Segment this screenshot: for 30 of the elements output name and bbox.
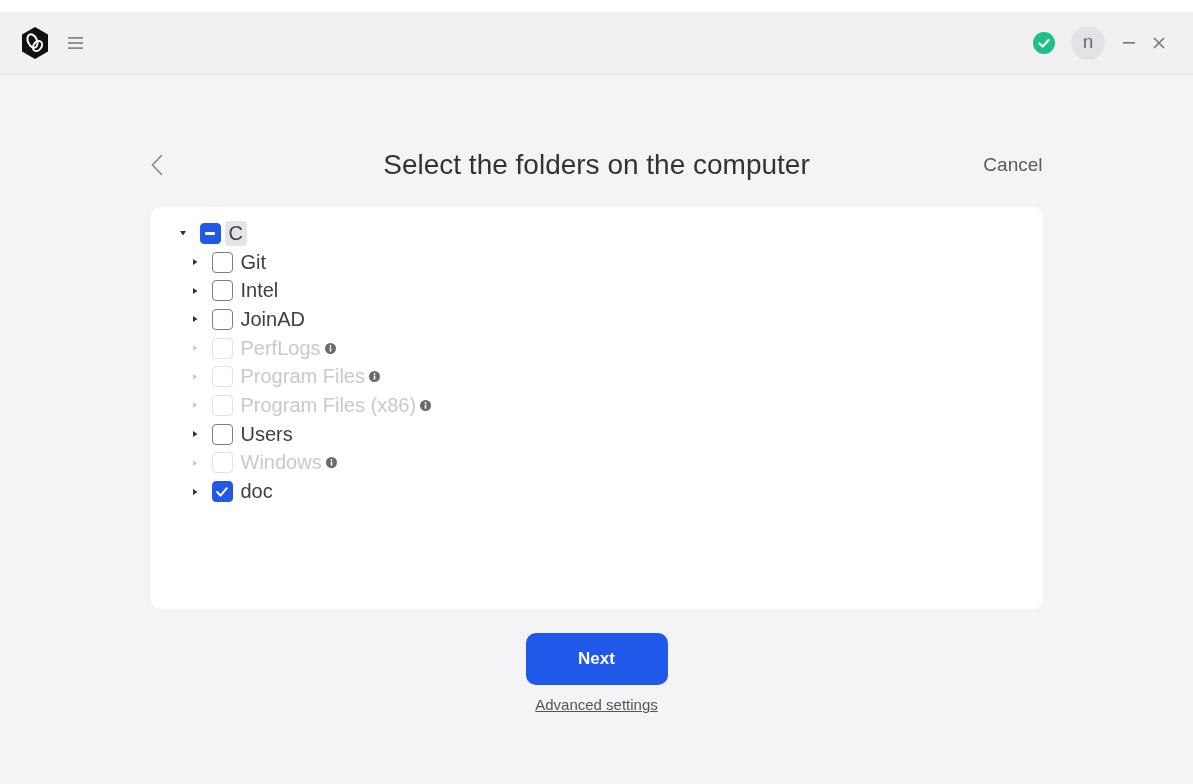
cancel-link[interactable]: Cancel: [983, 154, 1043, 176]
checkbox[interactable]: [199, 222, 221, 244]
checkbox[interactable]: [211, 251, 233, 273]
checkmark-icon: [216, 486, 228, 497]
menu-icon[interactable]: [68, 37, 83, 49]
check-circle-icon: [1033, 32, 1055, 54]
folder-label[interactable]: Git: [236, 249, 271, 275]
folder-label[interactable]: JoinAD: [236, 306, 309, 332]
checkbox[interactable]: [211, 423, 233, 445]
checkbox[interactable]: [211, 308, 233, 330]
checkbox[interactable]: [211, 481, 233, 503]
next-button[interactable]: Next: [525, 633, 668, 685]
folder-label[interactable]: doc: [236, 479, 277, 505]
user-avatar[interactable]: n: [1071, 26, 1105, 60]
caret-icon[interactable]: [179, 230, 186, 237]
caret-icon[interactable]: [191, 488, 198, 495]
logo-icon: [20, 27, 50, 59]
checkbox[interactable]: [211, 280, 233, 302]
caret-icon[interactable]: [191, 316, 198, 323]
folder-label[interactable]: C: [224, 220, 247, 246]
caret-icon[interactable]: [191, 431, 198, 438]
back-button[interactable]: [150, 154, 163, 176]
folder-label[interactable]: Intel: [236, 278, 283, 304]
caret-icon[interactable]: [191, 287, 198, 294]
advanced-settings-link[interactable]: Advanced settings: [535, 696, 658, 714]
minus-icon: [205, 231, 215, 235]
caret-icon[interactable]: [191, 259, 198, 266]
folder-label[interactable]: Users: [236, 421, 297, 447]
close-icon[interactable]: [1153, 37, 1165, 49]
page-title: Select the folders on the computer: [383, 149, 810, 181]
